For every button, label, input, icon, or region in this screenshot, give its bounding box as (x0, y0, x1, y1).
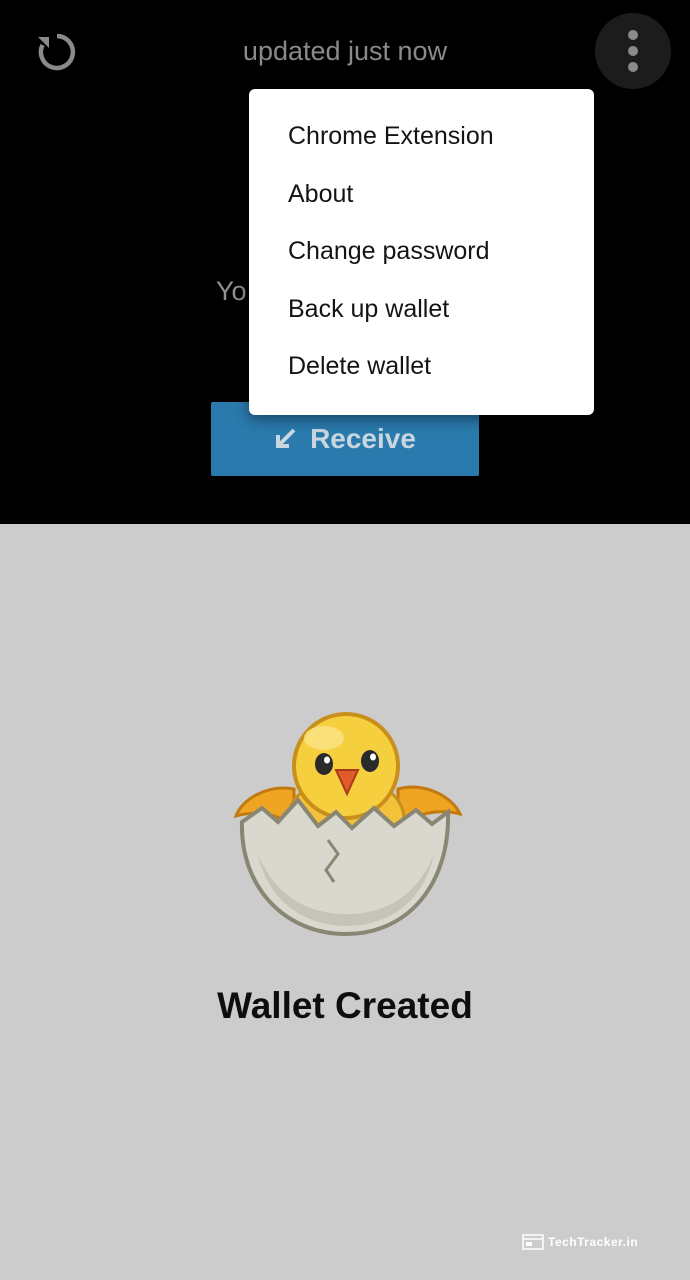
wallet-header-panel: updated just now Yo Receive Chrome Exten… (0, 0, 690, 524)
menu-item-chrome-extension[interactable]: Chrome Extension (249, 108, 594, 166)
update-status-text: updated just now (242, 36, 448, 66)
watermark-text: TechTracker.in (548, 1235, 639, 1249)
overflow-menu: Chrome Extension About Change password B… (249, 89, 594, 415)
hatching-chick-icon (233, 712, 463, 937)
receive-button-label: Receive (310, 423, 416, 454)
more-vertical-icon (628, 30, 638, 72)
watermark: TechTracker.in (522, 1234, 638, 1250)
browser-window-icon (522, 1234, 544, 1250)
menu-item-back-up-wallet[interactable]: Back up wallet (249, 281, 594, 339)
wallet-created-title: Wallet Created (217, 985, 473, 1026)
arrow-down-left-icon (274, 428, 296, 450)
menu-item-delete-wallet[interactable]: Delete wallet (249, 338, 594, 396)
wallet-created-panel: Wallet Created TechTracker.in (0, 524, 690, 1280)
overflow-menu-button[interactable] (595, 13, 671, 89)
menu-item-change-password[interactable]: Change password (249, 223, 594, 281)
balance-hint-text: Yo (216, 276, 247, 306)
menu-item-about[interactable]: About (249, 166, 594, 224)
